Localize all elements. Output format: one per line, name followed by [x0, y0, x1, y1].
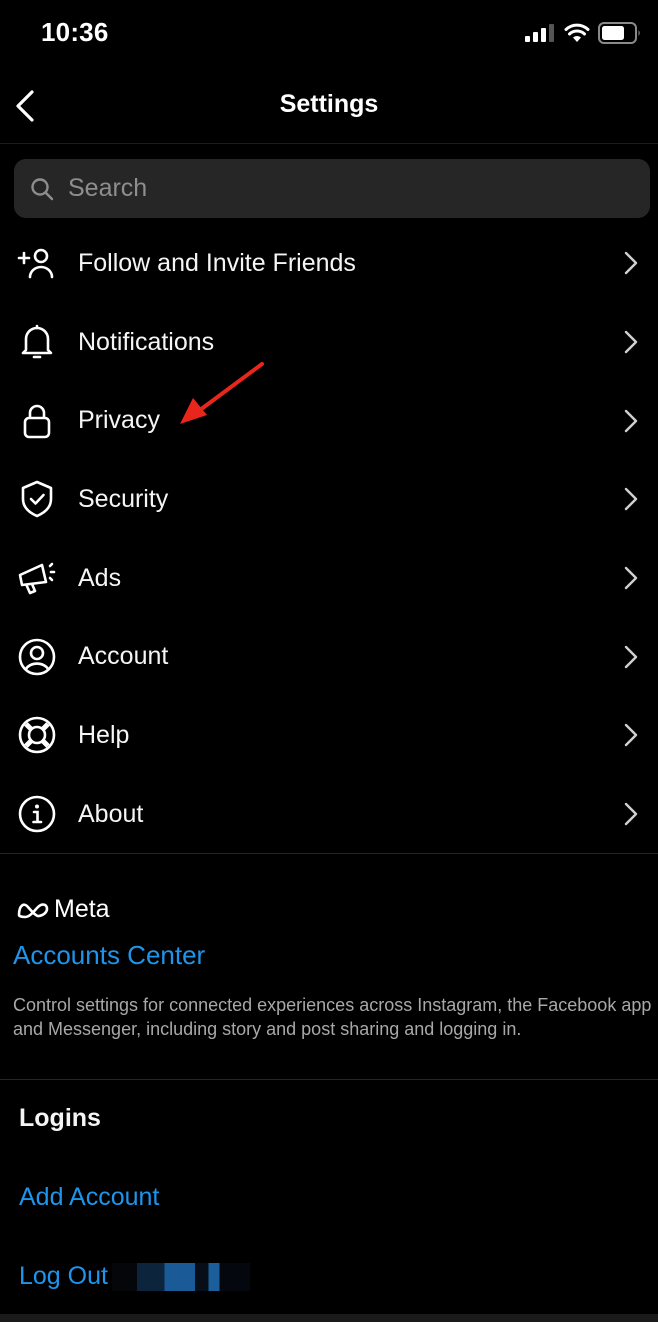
chevron-right-icon: [624, 722, 640, 748]
search-bar[interactable]: [14, 159, 650, 218]
logins-heading: Logins: [19, 1104, 101, 1132]
chevron-right-icon: [624, 801, 640, 827]
search-icon: [31, 177, 54, 200]
chevron-right-icon: [624, 250, 640, 276]
lifebuoy-icon: [17, 715, 57, 755]
meta-infinity-icon: [17, 902, 49, 918]
accounts-center-link[interactable]: Accounts Center: [13, 940, 205, 971]
battery-icon: [598, 22, 640, 44]
lock-icon: [17, 401, 57, 441]
section-divider: [0, 1079, 658, 1080]
meta-logo: Meta: [16, 895, 110, 924]
chevron-right-icon: [624, 408, 640, 434]
log-out-label: Log Out: [19, 1262, 108, 1290]
status-bar: 10:36: [0, 0, 658, 64]
wifi-icon: [564, 23, 590, 42]
log-out-button[interactable]: Log Out: [19, 1262, 250, 1291]
menu-item-account[interactable]: Account: [0, 617, 658, 696]
add-person-icon: [17, 243, 57, 283]
menu-item-label: Notifications: [78, 327, 215, 356]
chevron-right-icon: [624, 644, 640, 670]
redacted-username: [111, 1262, 250, 1291]
menu-item-security[interactable]: Security: [0, 460, 658, 539]
menu-item-label: Help: [78, 720, 130, 749]
menu-item-about[interactable]: About: [0, 775, 658, 854]
chevron-right-icon: [624, 486, 640, 512]
bell-icon: [17, 322, 57, 362]
accounts-center-description: Control settings for connected experienc…: [13, 995, 652, 1039]
menu-item-label: About: [78, 799, 144, 828]
section-divider: [0, 853, 658, 854]
menu-item-follow-invite[interactable]: Follow and Invite Friends: [0, 224, 658, 303]
menu-item-label: Account: [78, 642, 169, 671]
menu-item-label: Security: [78, 484, 169, 513]
settings-menu: Follow and Invite Friends Notifications …: [0, 224, 658, 854]
menu-item-ads[interactable]: Ads: [0, 539, 658, 618]
menu-item-label: Follow and Invite Friends: [78, 248, 356, 277]
menu-item-notifications[interactable]: Notifications: [0, 303, 658, 382]
search-input[interactable]: [68, 174, 608, 203]
cellular-signal-icon: [525, 24, 554, 42]
chevron-right-icon: [624, 565, 640, 591]
nav-bar: Settings: [0, 64, 658, 144]
add-account-button[interactable]: Add Account: [19, 1183, 159, 1212]
status-icons: [524, 22, 642, 44]
shield-check-icon: [17, 479, 57, 519]
menu-item-privacy[interactable]: Privacy: [0, 381, 658, 460]
page-title: Settings: [279, 90, 379, 118]
chevron-right-icon: [624, 329, 640, 355]
menu-item-label: Privacy: [78, 406, 160, 435]
meta-brand: Meta: [54, 895, 110, 923]
info-icon: [17, 794, 57, 834]
user-circle-icon: [17, 637, 57, 677]
menu-item-help[interactable]: Help: [0, 696, 658, 775]
menu-item-label: Ads: [78, 563, 122, 592]
megaphone-icon: [17, 558, 57, 598]
bottom-edge: [0, 1314, 658, 1322]
status-time: 10:36: [41, 17, 109, 47]
